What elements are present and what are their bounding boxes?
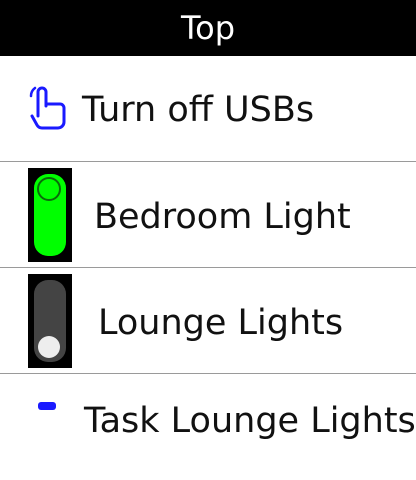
menu-item-bedroom-light[interactable]: Bedroom Light — [0, 162, 416, 268]
menu-item-label: Lounge Lights — [98, 303, 344, 343]
partial-icon — [38, 402, 56, 410]
menu-item-label: Bedroom Light — [94, 197, 351, 237]
menu-item-lounge-lights[interactable]: Lounge Lights — [0, 268, 416, 374]
menu-item-task-lounge-lights[interactable]: Task Lounge Lights — [0, 374, 416, 480]
menu-item-label: Task Lounge Lights — [84, 401, 416, 441]
toggle-off-icon[interactable] — [28, 274, 72, 368]
toggle-on-icon[interactable] — [28, 168, 72, 262]
page-header: Top — [0, 0, 416, 56]
menu-item-label: Turn off USBs — [82, 90, 315, 130]
touch-icon — [29, 86, 66, 130]
page-title: Top — [181, 9, 235, 47]
menu-item-turn-off-usbs[interactable]: Turn off USBs — [0, 56, 416, 162]
